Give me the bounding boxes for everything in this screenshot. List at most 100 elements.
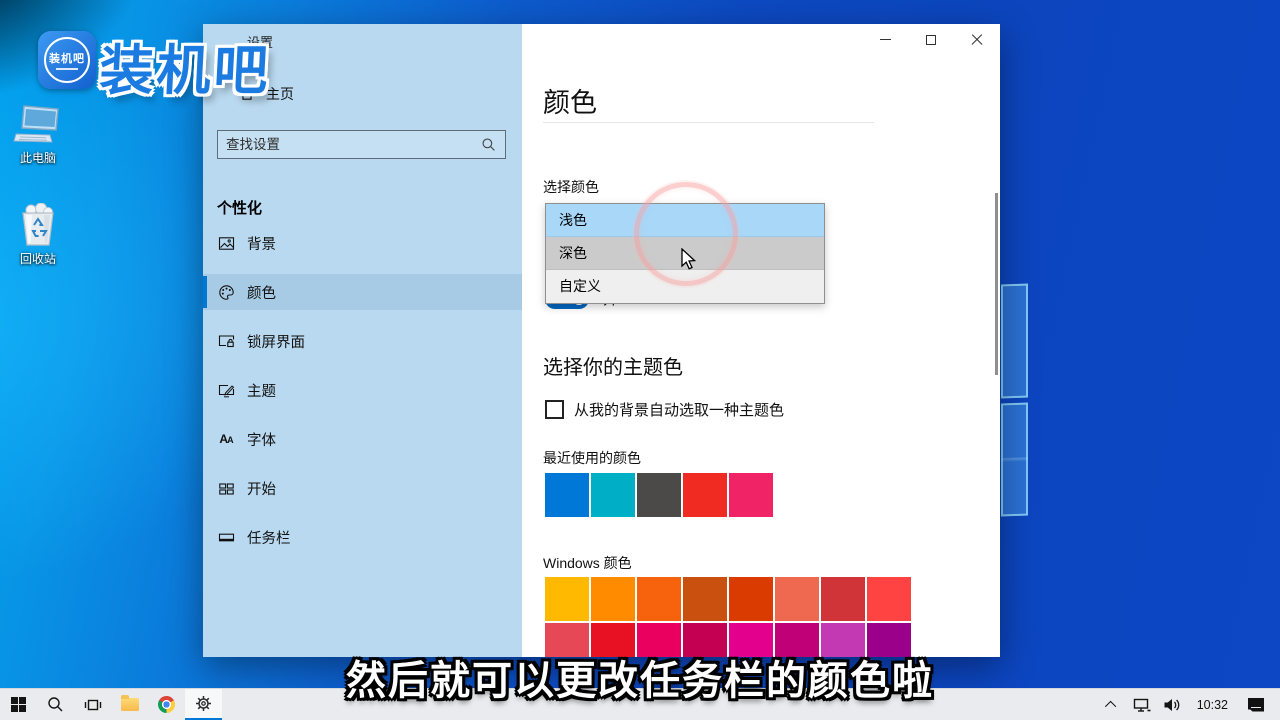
color-swatch[interactable] — [821, 577, 865, 621]
maximize-button[interactable] — [908, 24, 954, 55]
close-icon — [971, 34, 983, 46]
choose-color-label: 选择颜色 — [543, 177, 599, 197]
close-button[interactable] — [954, 24, 1000, 55]
theme-icon — [217, 382, 235, 399]
recent-colors-label: 最近使用的颜色 — [543, 448, 641, 468]
sidebar-item-label: 颜色 — [247, 282, 276, 303]
color-swatch[interactable] — [729, 623, 773, 657]
choose-color-dropdown: 浅色 深色 自定义 — [545, 203, 825, 304]
sidebar-home-label: 主页 — [266, 84, 294, 104]
sidebar-item-colors[interactable]: 颜色 — [203, 274, 522, 310]
taskbar-search-button[interactable] — [37, 689, 74, 720]
search-icon[interactable] — [481, 137, 496, 152]
sidebar-item-themes[interactable]: 主题 — [203, 372, 522, 408]
action-center-button[interactable] — [1240, 698, 1272, 712]
desktop-icon-label: 回收站 — [5, 250, 71, 267]
color-swatch[interactable] — [591, 473, 635, 517]
recycle-bin-icon — [15, 203, 61, 247]
windows-colors-label: Windows 颜色 — [543, 553, 632, 573]
search-input[interactable] — [218, 137, 481, 152]
sidebar-item-taskbar[interactable]: 任务栏 — [203, 519, 522, 555]
auto-pick-checkbox[interactable] — [545, 400, 564, 419]
brand-watermark-text: 装机吧 — [98, 26, 273, 105]
desktop-icon-this-pc[interactable]: 此电脑 — [5, 104, 71, 166]
search-settings-box[interactable] — [217, 130, 506, 159]
color-swatch[interactable] — [867, 623, 911, 657]
settings-window: 设置 主页 个性化 背景 — [203, 24, 1000, 657]
settings-main-panel: 颜色 选择颜色 开 浅色 深色 自定义 选择你的主题色 从我的背景自动选取一种主… — [522, 24, 1000, 657]
settings-gear-icon — [195, 695, 212, 712]
sidebar-item-label: 开始 — [247, 478, 276, 499]
brand-logo-badge: 装机吧 — [38, 31, 96, 89]
task-view-icon — [84, 697, 102, 713]
color-swatch[interactable] — [591, 623, 635, 657]
desktop-icon-recycle-bin[interactable]: 回收站 — [5, 203, 71, 267]
recent-colors-row — [545, 473, 773, 517]
start-icon — [11, 697, 27, 713]
color-swatch[interactable] — [683, 623, 727, 657]
sidebar-item-label: 背景 — [247, 233, 276, 254]
settings-sidebar: 设置 主页 个性化 背景 — [203, 24, 522, 657]
color-swatch[interactable] — [591, 577, 635, 621]
sidebar-item-fonts[interactable]: AA 字体 — [203, 421, 522, 457]
color-swatch[interactable] — [683, 577, 727, 621]
sidebar-item-lockscreen[interactable]: 锁屏界面 — [203, 323, 522, 359]
dropdown-option-custom[interactable]: 自定义 — [546, 270, 824, 303]
sidebar-item-start[interactable]: 开始 — [203, 470, 522, 506]
color-swatch[interactable] — [545, 577, 589, 621]
search-icon — [47, 696, 64, 713]
color-swatch[interactable] — [775, 623, 819, 657]
wallpaper-pane — [1001, 403, 1028, 517]
wallpaper-pane — [1001, 284, 1028, 399]
taskbar-clock[interactable]: 10:32 — [1189, 698, 1236, 712]
volume-button[interactable] — [1159, 697, 1185, 713]
color-swatch[interactable] — [637, 473, 681, 517]
sidebar-item-label: 字体 — [247, 429, 276, 450]
sidebar-item-label: 主题 — [247, 380, 276, 401]
palette-icon — [217, 284, 235, 301]
auto-pick-label: 从我的背景自动选取一种主题色 — [574, 399, 784, 420]
lockscreen-icon — [217, 333, 235, 350]
color-swatch[interactable] — [821, 623, 865, 657]
settings-taskbar-button[interactable] — [185, 689, 222, 720]
color-swatch[interactable] — [729, 473, 773, 517]
minimize-icon — [880, 39, 891, 40]
sidebar-item-background[interactable]: 背景 — [203, 225, 522, 261]
dropdown-option-light[interactable]: 浅色 — [546, 204, 824, 237]
color-swatch[interactable] — [683, 473, 727, 517]
chrome-button[interactable] — [148, 689, 185, 720]
color-swatch[interactable] — [729, 577, 773, 621]
window-caption-buttons — [862, 24, 1000, 55]
network-icon — [1133, 697, 1151, 713]
color-swatch[interactable] — [637, 623, 681, 657]
system-tray: 10:32 — [1099, 689, 1280, 720]
brand-logo-ring: 装机吧 — [44, 37, 90, 83]
image-icon — [217, 235, 235, 252]
vertical-scrollbar[interactable] — [995, 193, 998, 375]
fonts-icon: AA — [217, 432, 235, 446]
sidebar-item-label: 锁屏界面 — [247, 331, 305, 352]
auto-pick-color-row[interactable]: 从我的背景自动选取一种主题色 — [545, 399, 784, 420]
dropdown-option-dark[interactable]: 深色 — [546, 237, 824, 270]
start-layout-icon — [217, 480, 235, 497]
minimize-button[interactable] — [862, 24, 908, 55]
tray-chevron-button[interactable] — [1099, 701, 1125, 709]
theme-color-heading: 选择你的主题色 — [543, 351, 683, 380]
taskbar-empty-space — [222, 689, 1099, 720]
color-swatch[interactable] — [775, 577, 819, 621]
file-explorer-button[interactable] — [111, 689, 148, 720]
start-button[interactable] — [0, 689, 37, 720]
sidebar-item-label: 任务栏 — [247, 527, 291, 548]
brand-logo-text: 装机吧 — [49, 50, 85, 66]
chevron-up-icon — [1105, 700, 1116, 711]
color-swatch[interactable] — [867, 577, 911, 621]
color-swatch[interactable] — [637, 577, 681, 621]
action-center-icon — [1248, 698, 1264, 712]
sidebar-section-title: 个性化 — [217, 197, 262, 218]
task-view-button[interactable] — [74, 689, 111, 720]
color-swatch[interactable] — [545, 473, 589, 517]
color-swatch[interactable] — [545, 623, 589, 657]
network-button[interactable] — [1129, 697, 1155, 713]
chrome-icon — [158, 696, 175, 713]
windows-colors-grid — [545, 577, 911, 657]
